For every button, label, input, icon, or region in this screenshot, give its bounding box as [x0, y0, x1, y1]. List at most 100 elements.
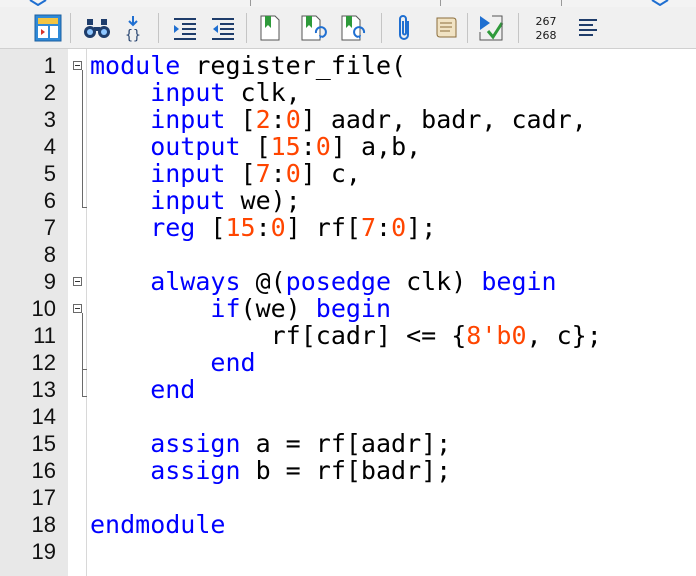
toolbar-separator [467, 13, 468, 43]
code-line[interactable]: output [15:0] a,b, [90, 133, 421, 160]
line-number: 1 [43, 53, 56, 78]
code-line[interactable]: input [2:0] aadr, badr, cadr, [90, 106, 587, 133]
paperclip-icon[interactable] [390, 13, 420, 43]
text-token: clk) [391, 267, 482, 296]
keyword-token: begin [481, 267, 557, 296]
fold-end-tick [82, 369, 87, 370]
code-line[interactable]: input we); [90, 187, 301, 214]
bookmark-prev-icon[interactable] [338, 13, 368, 43]
code-line[interactable]: assign b = rf[badr]; [90, 457, 451, 484]
text-token: rf[cadr] <= { [90, 321, 467, 350]
line-number: 8 [43, 242, 56, 267]
dropdown-arrow-icon[interactable] [650, 0, 670, 6]
number-token: 0 [285, 159, 301, 188]
number-token: 0 [391, 213, 407, 242]
line-number: 3 [43, 107, 56, 132]
keyword-token: input [90, 78, 226, 107]
code-line[interactable]: rf[cadr] <= {8'b0, c}; [90, 322, 602, 349]
keyword-token: output [90, 132, 241, 161]
code-line[interactable]: module register_file( [90, 52, 406, 79]
code-line[interactable]: input clk, [90, 79, 301, 106]
line-number: 13 [31, 377, 56, 402]
keyword-token: assign [90, 429, 241, 458]
run-check-icon[interactable] [476, 13, 506, 43]
fold-toggle-icon[interactable] [73, 277, 82, 286]
line-number: 5 [43, 161, 56, 186]
tab-divider [440, 0, 562, 6]
code-line[interactable]: end [90, 348, 256, 377]
text-token: : [270, 159, 286, 188]
code-editor[interactable]: 1 2 3 4 5 6 7 8 9 10 11 12 13 14 15 16 17 18 19 module reg… [0, 49, 696, 576]
layout-icon[interactable] [33, 13, 63, 43]
text-token: clk, [225, 78, 301, 107]
number-token: 15 [225, 213, 256, 242]
text-token: a = rf[aadr]; [240, 429, 452, 458]
code-line[interactable]: endmodule [90, 511, 225, 538]
code-line[interactable]: reg [15:0] rf[7:0]; [90, 214, 436, 241]
keyword-token: assign [90, 456, 241, 485]
fold-toggle-icon[interactable] [73, 304, 82, 313]
code-line[interactable]: assign a = rf[aadr]; [90, 430, 451, 457]
text-token: : [255, 213, 271, 242]
number-token: 7 [360, 213, 377, 242]
code-line[interactable]: if(we) begin [90, 295, 391, 322]
code-line[interactable]: always @(posedge clk) begin [90, 267, 557, 296]
line-to: 268 [535, 29, 557, 42]
bookmark-next-icon[interactable] [298, 13, 328, 43]
text-token: @( [240, 267, 286, 296]
text-token: (we) [240, 294, 316, 323]
text-token: [ [225, 105, 256, 134]
scroll-icon[interactable] [430, 13, 460, 43]
line-number: 9 [43, 269, 56, 294]
keyword-token: module [90, 51, 181, 80]
keyword-token: input [90, 159, 226, 188]
text-token: register_file( [180, 51, 407, 80]
number-token: 15 [270, 132, 301, 161]
keyword-token: endmodule [90, 510, 226, 539]
tab-divider [210, 0, 251, 6]
keyword-token: begin [315, 294, 392, 323]
number-token: 0 [285, 105, 301, 134]
code-line[interactable]: end [90, 376, 195, 403]
text-token: ] rf[ [285, 213, 361, 242]
line-number: 11 [33, 323, 56, 348]
toolbar-separator [158, 13, 159, 43]
line-number: 18 [31, 512, 56, 537]
line-number-gutter: 1 2 3 4 5 6 7 8 9 10 11 12 13 14 15 16 17 18 19 [0, 49, 69, 576]
tab-marker-icon [29, 0, 47, 6]
align-icon[interactable] [573, 13, 603, 43]
keyword-token: end [90, 348, 256, 377]
text-token: ] aadr, badr, cadr, [300, 105, 587, 134]
text-token: : [270, 105, 286, 134]
bracket-jump-icon[interactable]: {} [118, 13, 148, 43]
keyword-token: input [90, 105, 226, 134]
line-number: 19 [31, 539, 56, 564]
line-number: 4 [43, 134, 56, 159]
text-token: : [376, 213, 392, 242]
line-indicator: 267 268 [528, 15, 564, 43]
fold-end-tick [82, 207, 87, 208]
line-number: 6 [43, 188, 56, 213]
text-token: , c}; [526, 321, 602, 350]
fold-guide [82, 340, 83, 369]
line-number: 7 [43, 215, 56, 240]
bookmark-icon[interactable] [255, 13, 285, 43]
toolbar-separator [70, 13, 71, 43]
number-token: 7 [255, 159, 271, 188]
number-token: 2 [255, 105, 271, 134]
line-number: 12 [31, 350, 56, 375]
indent-icon[interactable] [170, 13, 200, 43]
code-line[interactable]: input [7:0] c, [90, 160, 361, 187]
outdent-icon[interactable] [208, 13, 238, 43]
text-token: : [300, 132, 316, 161]
toolbar-separator [518, 13, 519, 43]
toolbar-separator [246, 13, 247, 43]
keyword-token: always [90, 267, 241, 296]
fold-end-tick [82, 396, 87, 397]
fold-toggle-icon[interactable] [73, 61, 82, 70]
number-token: 0 [270, 213, 286, 242]
text-token: we); [225, 186, 301, 215]
text-token: [ [195, 213, 226, 242]
binoculars-icon[interactable] [82, 13, 112, 43]
text-token: [ [240, 132, 271, 161]
